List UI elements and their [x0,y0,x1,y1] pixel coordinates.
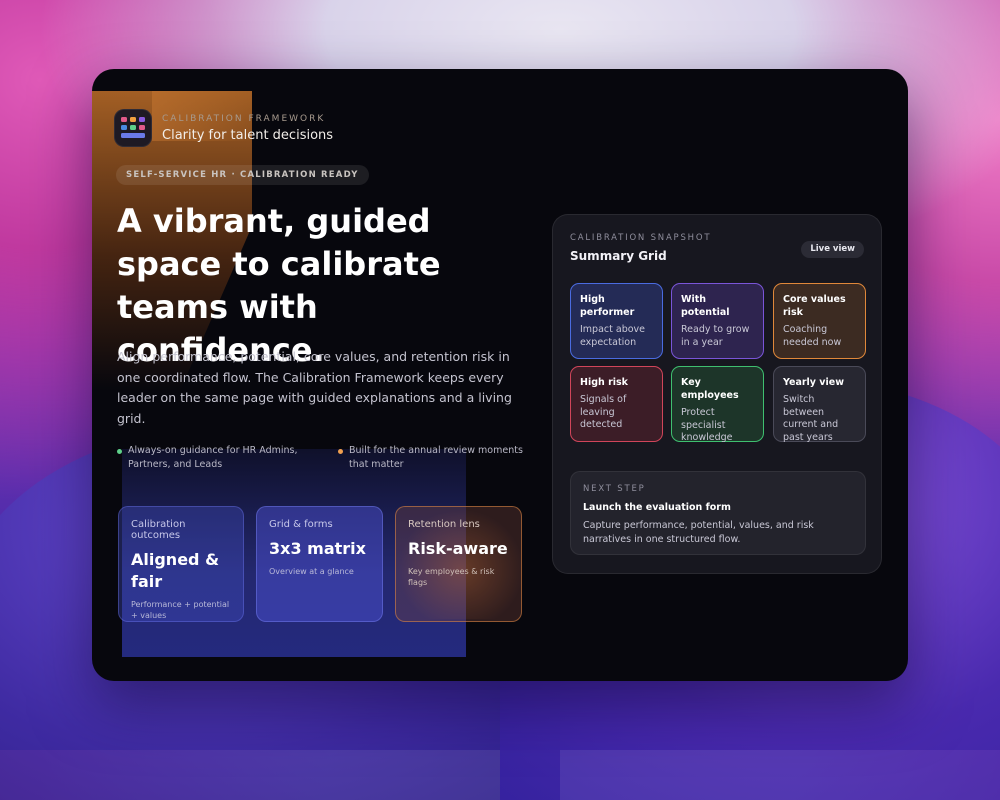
brand-header: CALIBRATION FRAMEWORK Clarity for talent… [114,109,333,147]
next-step-body: Capture performance, potential, values, … [583,520,814,545]
grid-cell-core-values-risk[interactable]: Core values risk Coaching needed now [773,283,866,359]
bullet-item: Built for the annual review moments that… [338,444,528,472]
stat-card-outcomes: Calibration outcomes Aligned & fair Perf… [118,506,244,622]
brand-eyebrow: CALIBRATION FRAMEWORK [162,113,326,124]
snapshot-eyebrow: CALIBRATION SNAPSHOT [570,233,712,243]
green-dot-icon [117,449,122,454]
grid-app-icon [114,109,152,147]
grid-cell-high-performer[interactable]: High performer Impact above expectation [570,283,663,359]
bullet-item: Always-on guidance for HR Admins, Partne… [117,444,317,472]
grid-cell-key-employees[interactable]: Key employees Protect specialist knowled… [671,366,764,443]
grid-cell-with-potential[interactable]: With potential Ready to grow in a year [671,283,764,359]
orange-dot-icon [338,449,343,454]
app-window: CALIBRATION FRAMEWORK Clarity for talent… [92,69,908,681]
brand-tagline: Clarity for talent decisions [162,127,334,143]
next-step-title: Launch the evaluation form [583,502,731,513]
next-step-eyebrow: NEXT STEP [583,484,646,494]
live-view-button[interactable]: Live view [801,241,864,258]
snapshot-title: Summary Grid [570,249,667,263]
next-step-card[interactable]: NEXT STEP Launch the evaluation form Cap… [570,471,866,555]
stat-card-retention: Retention lens Risk-aware Key employees … [395,506,522,622]
calibration-snapshot-panel: CALIBRATION SNAPSHOT Summary Grid Live v… [552,214,882,574]
status-badge: SELF-SERVICE HR · CALIBRATION READY [116,165,369,185]
hero-description: Align performance, potential, core value… [117,349,512,426]
grid-cell-high-risk[interactable]: High risk Signals of leaving detected [570,366,663,442]
grid-cell-yearly-view[interactable]: Yearly view Switch between current and p… [773,366,866,443]
stat-card-grid: Grid & forms 3x3 matrix Overview at a gl… [256,506,383,622]
